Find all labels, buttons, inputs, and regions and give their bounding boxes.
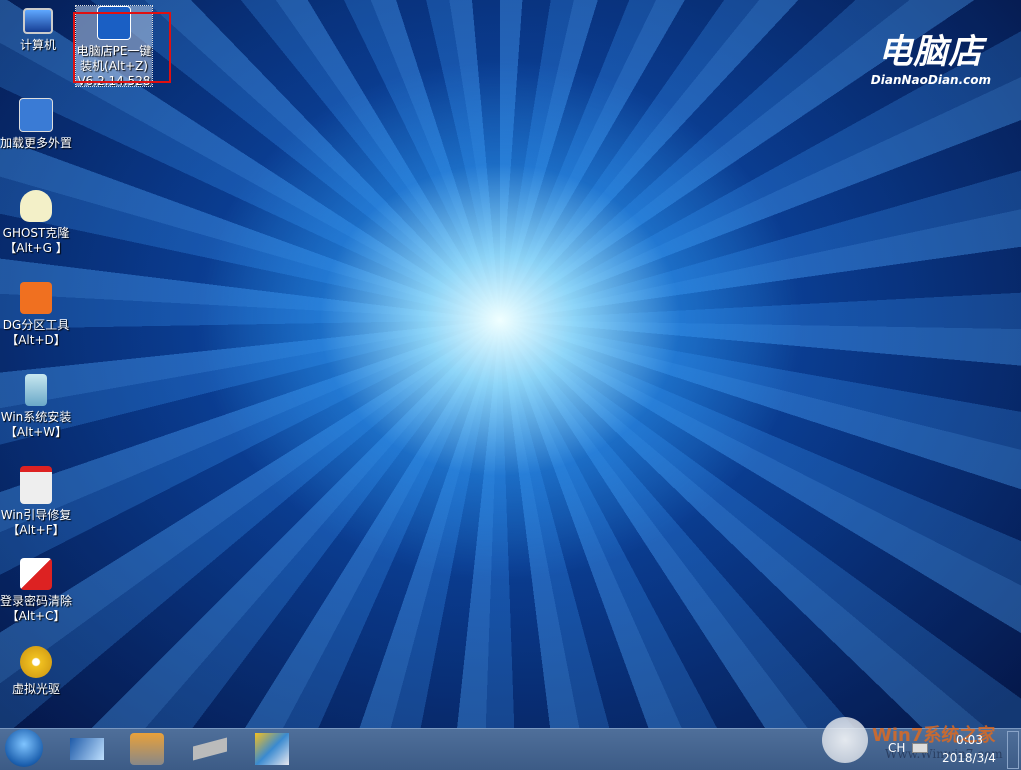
- diskgenius-icon: [20, 282, 52, 314]
- clock-time[interactable]: 0:03: [956, 733, 983, 747]
- show-desktop-button[interactable]: [1007, 731, 1019, 769]
- desktop-icon-ghost[interactable]: GHOST克隆【Alt+G 】: [0, 190, 74, 256]
- icon-label: 加载更多外置: [0, 136, 72, 150]
- desktop-icon-win-install[interactable]: Win系统安装【Alt+W】: [0, 374, 74, 440]
- highlight-box: [73, 12, 171, 83]
- start-button[interactable]: [5, 729, 43, 767]
- icon-label: GHOST克隆【Alt+G 】: [2, 226, 70, 255]
- boot-repair-icon: [20, 466, 52, 504]
- cleanup-icon[interactable]: [130, 733, 164, 765]
- clock-date[interactable]: 2018/3/4: [942, 751, 996, 765]
- desktop-icon-load-more[interactable]: 加载更多外置: [0, 98, 74, 151]
- keyboard-icon[interactable]: [912, 743, 928, 753]
- icon-label: 登录密码清除【Alt+C】: [0, 594, 72, 623]
- desktop-icon-password-clear[interactable]: 登录密码清除【Alt+C】: [0, 558, 74, 624]
- tools-icon[interactable]: [255, 733, 289, 765]
- icon-label: 计算机: [19, 38, 56, 52]
- diannaodian-logo: 电脑店 DianNaoDian.com: [870, 32, 991, 87]
- desktop-icon[interactable]: [70, 738, 104, 760]
- win-install-icon: [25, 374, 47, 406]
- icon-label: Win系统安装【Alt+W】: [0, 410, 72, 439]
- icon-label: Win引导修复【Alt+F】: [0, 508, 72, 537]
- password-clear-icon: [20, 558, 52, 590]
- ghost-icon: [20, 190, 52, 222]
- taskbar: Win7系统之家 Www.Winwin7.com CH 0:03 2018/3/…: [0, 717, 1021, 770]
- watermark-windows-logo: [822, 717, 868, 763]
- desktop-icon-dg[interactable]: DG分区工具【Alt+D】: [0, 282, 74, 348]
- load-more-icon: [19, 98, 53, 132]
- icon-label: DG分区工具【Alt+D】: [2, 318, 70, 347]
- desktop-icon-computer[interactable]: 计算机: [0, 8, 76, 53]
- desktop-icon-boot-repair[interactable]: Win引导修复【Alt+F】: [0, 466, 74, 538]
- memory-icon[interactable]: [193, 737, 227, 761]
- language-indicator[interactable]: CH: [888, 741, 905, 755]
- icon-label: 虚拟光驱: [11, 682, 60, 696]
- desktop-icon-virtual-drive[interactable]: 虚拟光驱: [0, 646, 74, 697]
- computer-icon: [23, 8, 53, 34]
- virtual-drive-icon: [20, 646, 52, 678]
